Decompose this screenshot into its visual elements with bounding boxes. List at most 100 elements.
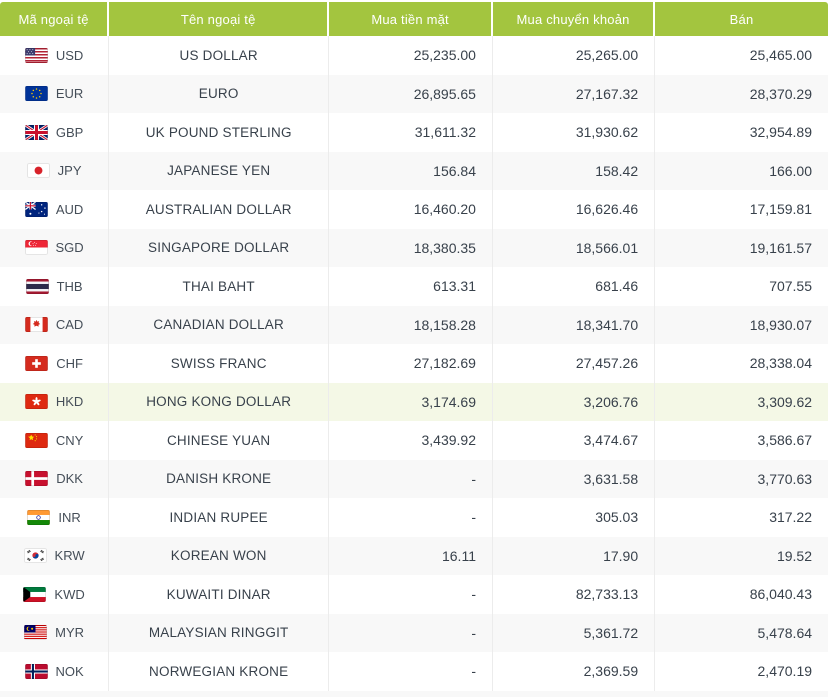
flag-inr-icon bbox=[27, 509, 51, 525]
currency-code-cell: USD bbox=[0, 36, 110, 75]
table-row-sgd[interactable]: SGD SINGAPORE DOLLAR 18,380.35 18,566.01 19,… bbox=[0, 228, 828, 267]
table-row-usd[interactable]: USD US DOLLAR 25,235.00 25,265.00 25,465.00 bbox=[0, 36, 828, 75]
rate-sell: 3,309.62 bbox=[757, 393, 813, 410]
table-row-jpy[interactable]: JPY JAPANESE YEN 156.84 158.42 166.00 bbox=[0, 151, 828, 190]
currency-name: KUWAITI DINAR bbox=[109, 575, 330, 614]
table-row-myr[interactable]: MYR MALAYSIAN RINGGIT -5,361.72 5,478.64 bbox=[0, 613, 828, 652]
table-row-gbp[interactable]: GBP UK POUND STERLING 31,611.32 31,930.62 32… bbox=[0, 113, 828, 152]
column-header-code: Mã ngoại tệ bbox=[0, 2, 110, 36]
rate-sell: 86,040.43 bbox=[749, 586, 813, 603]
rate-transfer: 2,369.59 bbox=[493, 652, 656, 691]
rate-transfer: 681.46 bbox=[493, 267, 656, 306]
exchange-rate-table: Mã ngoại tệ Tên ngoại tệ Mua tiền mặt Mua c… bbox=[0, 0, 828, 697]
currency-name: KOREAN WON bbox=[109, 536, 330, 575]
table-row-hkd[interactable]: HKD HONG KONG DOLLAR 3,174.69 3,206.76 3,309… bbox=[0, 382, 828, 421]
rate-cash: 31,611.32 bbox=[329, 113, 493, 152]
flag-hkd-icon bbox=[24, 394, 48, 410]
rate-cash: 18,380.35 bbox=[329, 228, 493, 267]
rate-cash: 3,174.69 bbox=[329, 382, 493, 421]
rate-cash: - bbox=[329, 652, 493, 691]
flag-thb-icon bbox=[25, 278, 49, 294]
currency-code-cell: DKK bbox=[0, 459, 110, 498]
rate-sell: 3,770.63 bbox=[757, 470, 813, 487]
currency-code-cell: CAD bbox=[0, 305, 110, 344]
currency-code-cell: SGD bbox=[0, 228, 110, 267]
table-row-eur[interactable]: EUR EURO 26,895.65 27,167.32 28,370.29 bbox=[0, 74, 828, 113]
currency-name: EURO bbox=[109, 74, 330, 113]
currency-code-cell: INR bbox=[0, 498, 110, 537]
rate-sell: 3,586.67 bbox=[757, 432, 813, 449]
currency-code: GBP bbox=[55, 124, 84, 140]
currency-code: EUR bbox=[55, 86, 84, 102]
currency-code-cell: JPY bbox=[0, 151, 110, 190]
currency-code-cell: GBP bbox=[0, 113, 110, 152]
currency-code: MYR bbox=[55, 625, 85, 641]
currency-code-cell: MYR bbox=[0, 613, 110, 652]
currency-code-cell: NOK bbox=[0, 652, 110, 691]
currency-code-cell: THB bbox=[0, 267, 110, 306]
currency-name: SINGAPORE DOLLAR bbox=[109, 228, 330, 267]
rate-cash: 18,158.28 bbox=[329, 305, 493, 344]
table-row-dkk[interactable]: DKK DANISH KRONE -3,631.58 3,770.63 bbox=[0, 459, 828, 498]
rate-cash: 3,439.92 bbox=[329, 421, 493, 460]
table-row-kwd[interactable]: KWD KUWAITI DINAR -82,733.13 86,040.43 bbox=[0, 575, 828, 614]
table-row-inr[interactable]: INR INDIAN RUPEE -305.03 317.22 bbox=[0, 498, 828, 537]
table-row-thb[interactable]: THB THAI BAHT 613.31 681.46 707.55 bbox=[0, 267, 828, 306]
flag-gbp-icon bbox=[24, 124, 48, 140]
table-row-partial bbox=[0, 690, 828, 697]
rate-sell: 166.00 bbox=[769, 162, 813, 179]
table-row-krw[interactable]: KRW KOREAN WON 16.11 17.90 19.52 bbox=[0, 536, 828, 575]
table-row-cad[interactable]: CAD CANADIAN DOLLAR 18,158.28 18,341.70 18,9… bbox=[0, 305, 828, 344]
currency-name: US DOLLAR bbox=[109, 36, 330, 75]
rate-sell: 5,478.64 bbox=[757, 624, 813, 641]
rate-sell: 32,954.89 bbox=[749, 124, 813, 141]
currency-code: JPY bbox=[57, 163, 82, 179]
currency-code-cell: KWD bbox=[0, 575, 110, 614]
flag-usd-icon bbox=[24, 47, 48, 63]
flag-jpy-icon bbox=[26, 163, 50, 179]
rate-sell: 18,930.07 bbox=[749, 316, 813, 333]
flag-krw-icon bbox=[23, 548, 47, 564]
table-row-nok[interactable]: NOK NORWEGIAN KRONE -2,369.59 2,470.19 bbox=[0, 652, 828, 691]
currency-code: INR bbox=[58, 509, 81, 525]
rate-transfer: 3,206.76 bbox=[493, 382, 656, 421]
currency-code: CNY bbox=[55, 432, 84, 448]
currency-name: CHINESE YUAN bbox=[109, 421, 330, 460]
currency-code: KWD bbox=[54, 586, 85, 602]
rate-transfer: 158.42 bbox=[493, 151, 656, 190]
flag-eur-icon bbox=[24, 86, 48, 102]
rate-cash: - bbox=[329, 459, 493, 498]
rate-sell: 28,338.04 bbox=[749, 355, 813, 372]
table-row-chf[interactable]: CHF SWISS FRANC 27,182.69 27,457.26 28,338.0… bbox=[0, 344, 828, 383]
table-row-cny[interactable]: CNY CHINESE YUAN 3,439.92 3,474.67 3,586.67 bbox=[0, 421, 828, 460]
rate-transfer: 3,474.67 bbox=[493, 421, 656, 460]
rate-cash: - bbox=[329, 613, 493, 652]
rate-cash: 156.84 bbox=[329, 151, 493, 190]
currency-name: MALAYSIAN RINGGIT bbox=[109, 613, 330, 652]
flag-dkk-icon bbox=[25, 471, 49, 487]
currency-name: CANADIAN DOLLAR bbox=[109, 305, 330, 344]
flag-sgd-icon bbox=[24, 240, 48, 256]
currency-code: SGD bbox=[55, 240, 84, 256]
rate-cash: 27,182.69 bbox=[329, 344, 493, 383]
currency-code: THB bbox=[56, 278, 83, 294]
flag-cad-icon bbox=[24, 317, 48, 333]
rate-transfer: 27,457.26 bbox=[493, 344, 656, 383]
rate-transfer: 31,930.62 bbox=[493, 113, 656, 152]
currency-name: SWISS FRANC bbox=[109, 344, 330, 383]
flag-chf-icon bbox=[25, 355, 49, 371]
rate-transfer: 16,626.46 bbox=[493, 190, 656, 229]
table-body: USD US DOLLAR 25,235.00 25,265.00 25,465.00 E… bbox=[0, 36, 828, 697]
table-header: Mã ngoại tệ Tên ngoại tệ Mua tiền mặt Mua c… bbox=[0, 2, 828, 36]
currency-name: INDIAN RUPEE bbox=[109, 498, 330, 537]
flag-cny-icon bbox=[24, 432, 48, 448]
rate-sell: 17,159.81 bbox=[749, 201, 813, 218]
currency-code-cell: CHF bbox=[0, 344, 110, 383]
rate-sell: 25,465.00 bbox=[749, 47, 813, 64]
rate-transfer: 3,631.58 bbox=[493, 459, 656, 498]
rate-transfer: 18,341.70 bbox=[493, 305, 656, 344]
rate-cash: 613.31 bbox=[329, 267, 493, 306]
rate-sell: 19,161.57 bbox=[749, 239, 813, 256]
flag-kwd-icon bbox=[23, 586, 47, 602]
table-row-aud[interactable]: AUD AUSTRALIAN DOLLAR 16,460.20 16,626.46 17… bbox=[0, 190, 828, 229]
